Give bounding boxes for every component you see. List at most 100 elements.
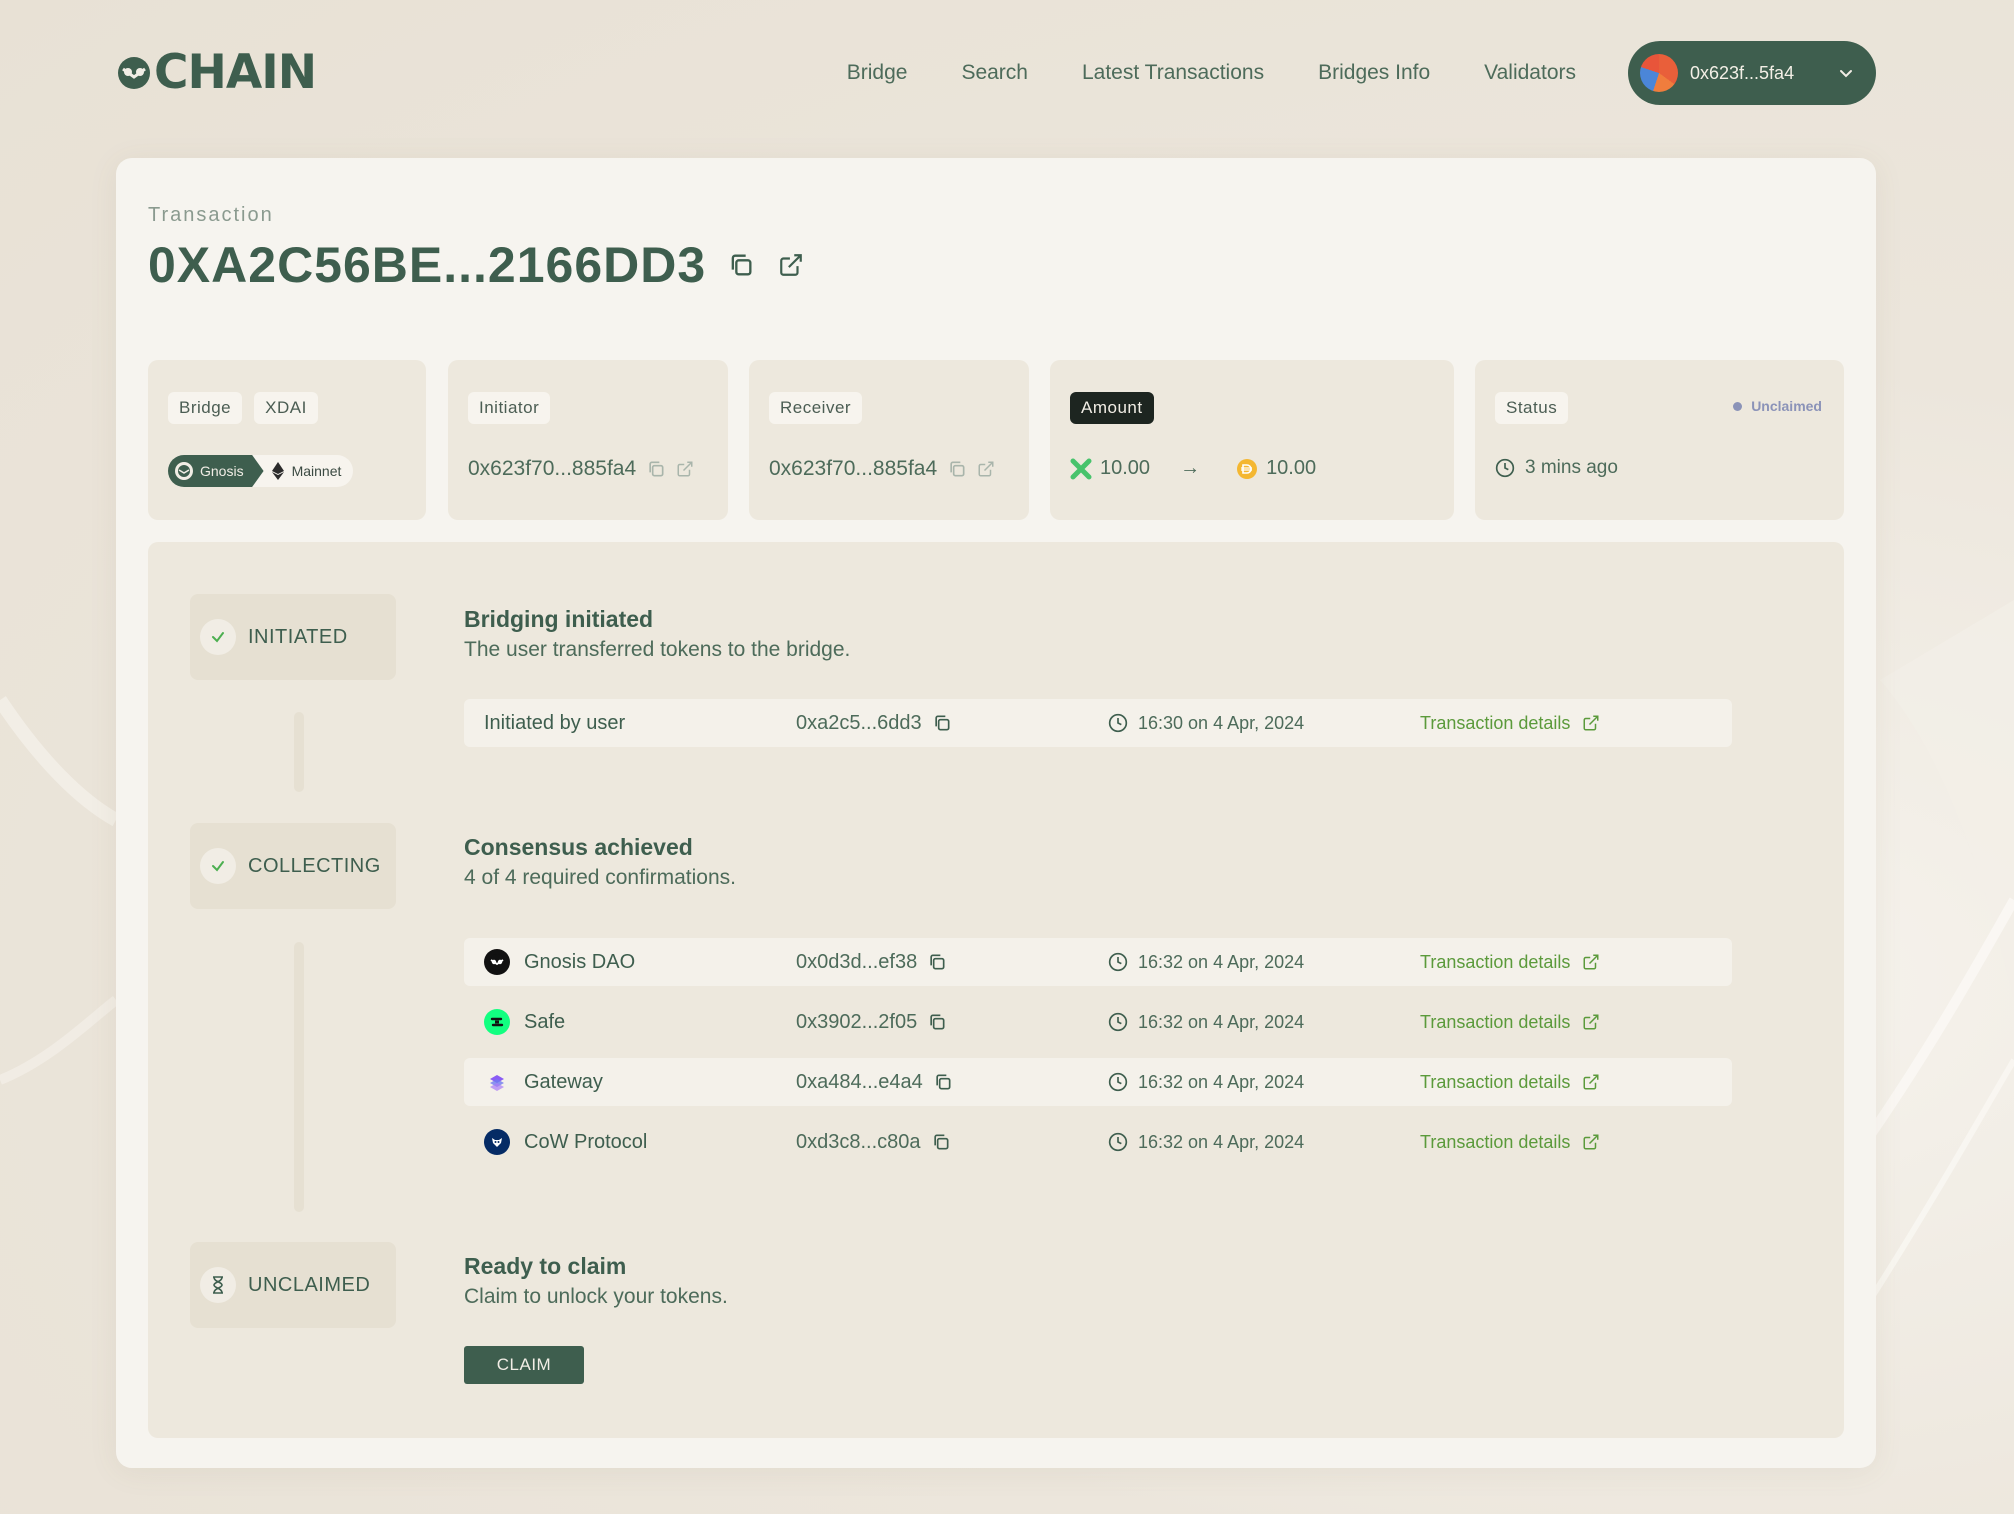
initiated-address: 0xa2c5...6dd3 (796, 711, 922, 734)
copy-icon[interactable] (927, 1012, 947, 1032)
transaction-details-link[interactable]: Transaction details (1420, 699, 1600, 747)
chevron-down-icon (1840, 70, 1852, 78)
validator-row: CoW Protocol 0xd3c8...c80a 16:32 on 4 Ap… (464, 1118, 1732, 1166)
wallet-button[interactable]: 0x623f...5fa4 (1628, 41, 1876, 105)
status-box: Status Unclaimed 3 mins ago (1475, 360, 1844, 520)
step-unclaimed-label: UNCLAIMED (248, 1273, 371, 1296)
ethereum-icon (271, 462, 284, 480)
bridge-box: Bridge XDAI Gnosis Mainnet (148, 360, 426, 520)
initiated-time: 16:30 on 4 Apr, 2024 (1138, 712, 1305, 733)
xdai-token-icon (1070, 458, 1092, 479)
transaction-card: Transaction 0XA2C56BE...2166DD3 Bridge X… (116, 158, 1876, 1468)
step-initiated-label: INITIATED (248, 625, 348, 648)
step-collecting-label: COLLECTING (248, 854, 381, 877)
external-link-icon[interactable] (977, 460, 995, 478)
transaction-hash-row: 0XA2C56BE...2166DD3 (148, 236, 806, 294)
wallet-avatar (1640, 54, 1678, 92)
transaction-details-link[interactable]: Transaction details (1420, 1118, 1600, 1166)
clock-icon (1108, 952, 1128, 972)
amount-label: Amount (1070, 392, 1154, 424)
copy-icon[interactable] (726, 250, 756, 280)
brand-logo[interactable]: CHAIN (116, 45, 317, 100)
nav-validators[interactable]: Validators (1484, 61, 1576, 85)
copy-icon[interactable] (932, 713, 952, 733)
validator-time: 16:32 on 4 Apr, 2024 (1138, 1131, 1305, 1152)
validator-row: Gnosis DAO 0x0d3d...ef38 16:32 on 4 Apr,… (464, 938, 1732, 986)
external-link-icon (1583, 954, 1599, 970)
validator-row: Safe 0x3902...2f05 16:32 on 4 Apr, 2024 … (464, 998, 1732, 1046)
copy-icon[interactable] (646, 459, 666, 479)
arrow-right-icon: → (1180, 457, 1201, 479)
transaction-details-label: Transaction details (1420, 712, 1571, 733)
validator-name: Gateway (524, 1070, 603, 1093)
nav-latest-transactions[interactable]: Latest Transactions (1082, 61, 1264, 85)
gnosis-icon (175, 462, 193, 480)
clock-icon (1108, 1132, 1128, 1152)
transaction-summary: Bridge XDAI Gnosis Mainnet Initiator 0x6… (148, 360, 1844, 520)
transaction-details-link[interactable]: Transaction details (1420, 998, 1600, 1046)
brand-wordmark: CHAIN (154, 45, 317, 100)
transaction-details-link[interactable]: Transaction details (1420, 1058, 1600, 1106)
timeline-connector (294, 712, 304, 792)
validator-name: Gnosis DAO (524, 950, 636, 973)
external-link-icon (1583, 1134, 1599, 1150)
validator-address: 0xd3c8...c80a (796, 1130, 921, 1153)
check-icon (200, 619, 236, 655)
cow-protocol-icon (484, 1129, 510, 1155)
status-label: Status (1495, 392, 1569, 424)
destination-chain: Mainnet (264, 455, 354, 487)
receiver-address: 0x623f70...885fa4 (769, 457, 938, 480)
wallet-address: 0x623f...5fa4 (1690, 62, 1795, 83)
validator-address: 0x3902...2f05 (796, 1010, 918, 1033)
external-link-icon (1583, 1014, 1599, 1030)
validator-time: 16:32 on 4 Apr, 2024 (1138, 951, 1305, 972)
source-chain: Gnosis (168, 455, 264, 487)
gnosis-dao-icon (484, 949, 510, 975)
bridge-label: Bridge (168, 392, 243, 424)
amount-to-value: 10.00 (1266, 457, 1317, 479)
gateway-icon (484, 1069, 510, 1095)
amount-box: Amount 10.00 → 10.00 (1050, 360, 1454, 520)
initiator-box: Initiator 0x623f70...885fa4 (448, 360, 728, 520)
copy-icon[interactable] (933, 1072, 953, 1092)
timeline-connector (294, 942, 304, 1212)
validator-address: 0xa484...e4a4 (796, 1070, 923, 1093)
transaction-details-label: Transaction details (1420, 951, 1571, 972)
status-time: 3 mins ago (1525, 457, 1618, 478)
validator-row: Gateway 0xa484...e4a4 16:32 on 4 Apr, 20… (464, 1058, 1732, 1106)
destination-chain-label: Mainnet (291, 463, 342, 479)
external-link-icon (1583, 715, 1599, 731)
clock-icon (1108, 1072, 1128, 1092)
external-link-icon[interactable] (676, 460, 694, 478)
bridge-token: XDAI (254, 392, 318, 424)
dai-token-icon (1237, 458, 1258, 479)
transaction-details-label: Transaction details (1420, 1011, 1571, 1032)
external-link-icon[interactable] (776, 250, 806, 280)
claim-button[interactable]: CLAIM (464, 1346, 584, 1384)
main-nav: Bridge Search Latest Transactions Bridge… (847, 40, 1576, 106)
nav-bridges-info[interactable]: Bridges Info (1318, 61, 1430, 85)
copy-icon[interactable] (947, 459, 967, 479)
initiator-label: Initiator (468, 392, 551, 424)
step-initiated: INITIATED (190, 594, 396, 680)
copy-icon[interactable] (927, 952, 947, 972)
status-badge-text: Unclaimed (1751, 398, 1822, 414)
chain-route: Gnosis Mainnet (168, 455, 354, 487)
collecting-title: Consensus achieved (464, 834, 693, 860)
collecting-subtitle: 4 of 4 required confirmations. (464, 866, 736, 889)
validator-name: Safe (524, 1010, 566, 1033)
receiver-label: Receiver (769, 392, 863, 424)
copy-icon[interactable] (931, 1132, 951, 1152)
source-chain-label: Gnosis (200, 463, 244, 479)
initiated-title: Bridging initiated (464, 606, 654, 632)
transaction-details-link[interactable]: Transaction details (1420, 938, 1600, 986)
step-unclaimed: UNCLAIMED (190, 1242, 396, 1328)
validator-address: 0x0d3d...ef38 (796, 950, 918, 973)
safe-icon (484, 1009, 510, 1035)
nav-bridge[interactable]: Bridge (847, 61, 908, 85)
transaction-details-label: Transaction details (1420, 1131, 1571, 1152)
nav-search[interactable]: Search (961, 61, 1028, 85)
clock-icon (1108, 713, 1128, 733)
initiated-subtitle: The user transferred tokens to the bridg… (464, 638, 851, 661)
unclaimed-title: Ready to claim (464, 1253, 627, 1279)
